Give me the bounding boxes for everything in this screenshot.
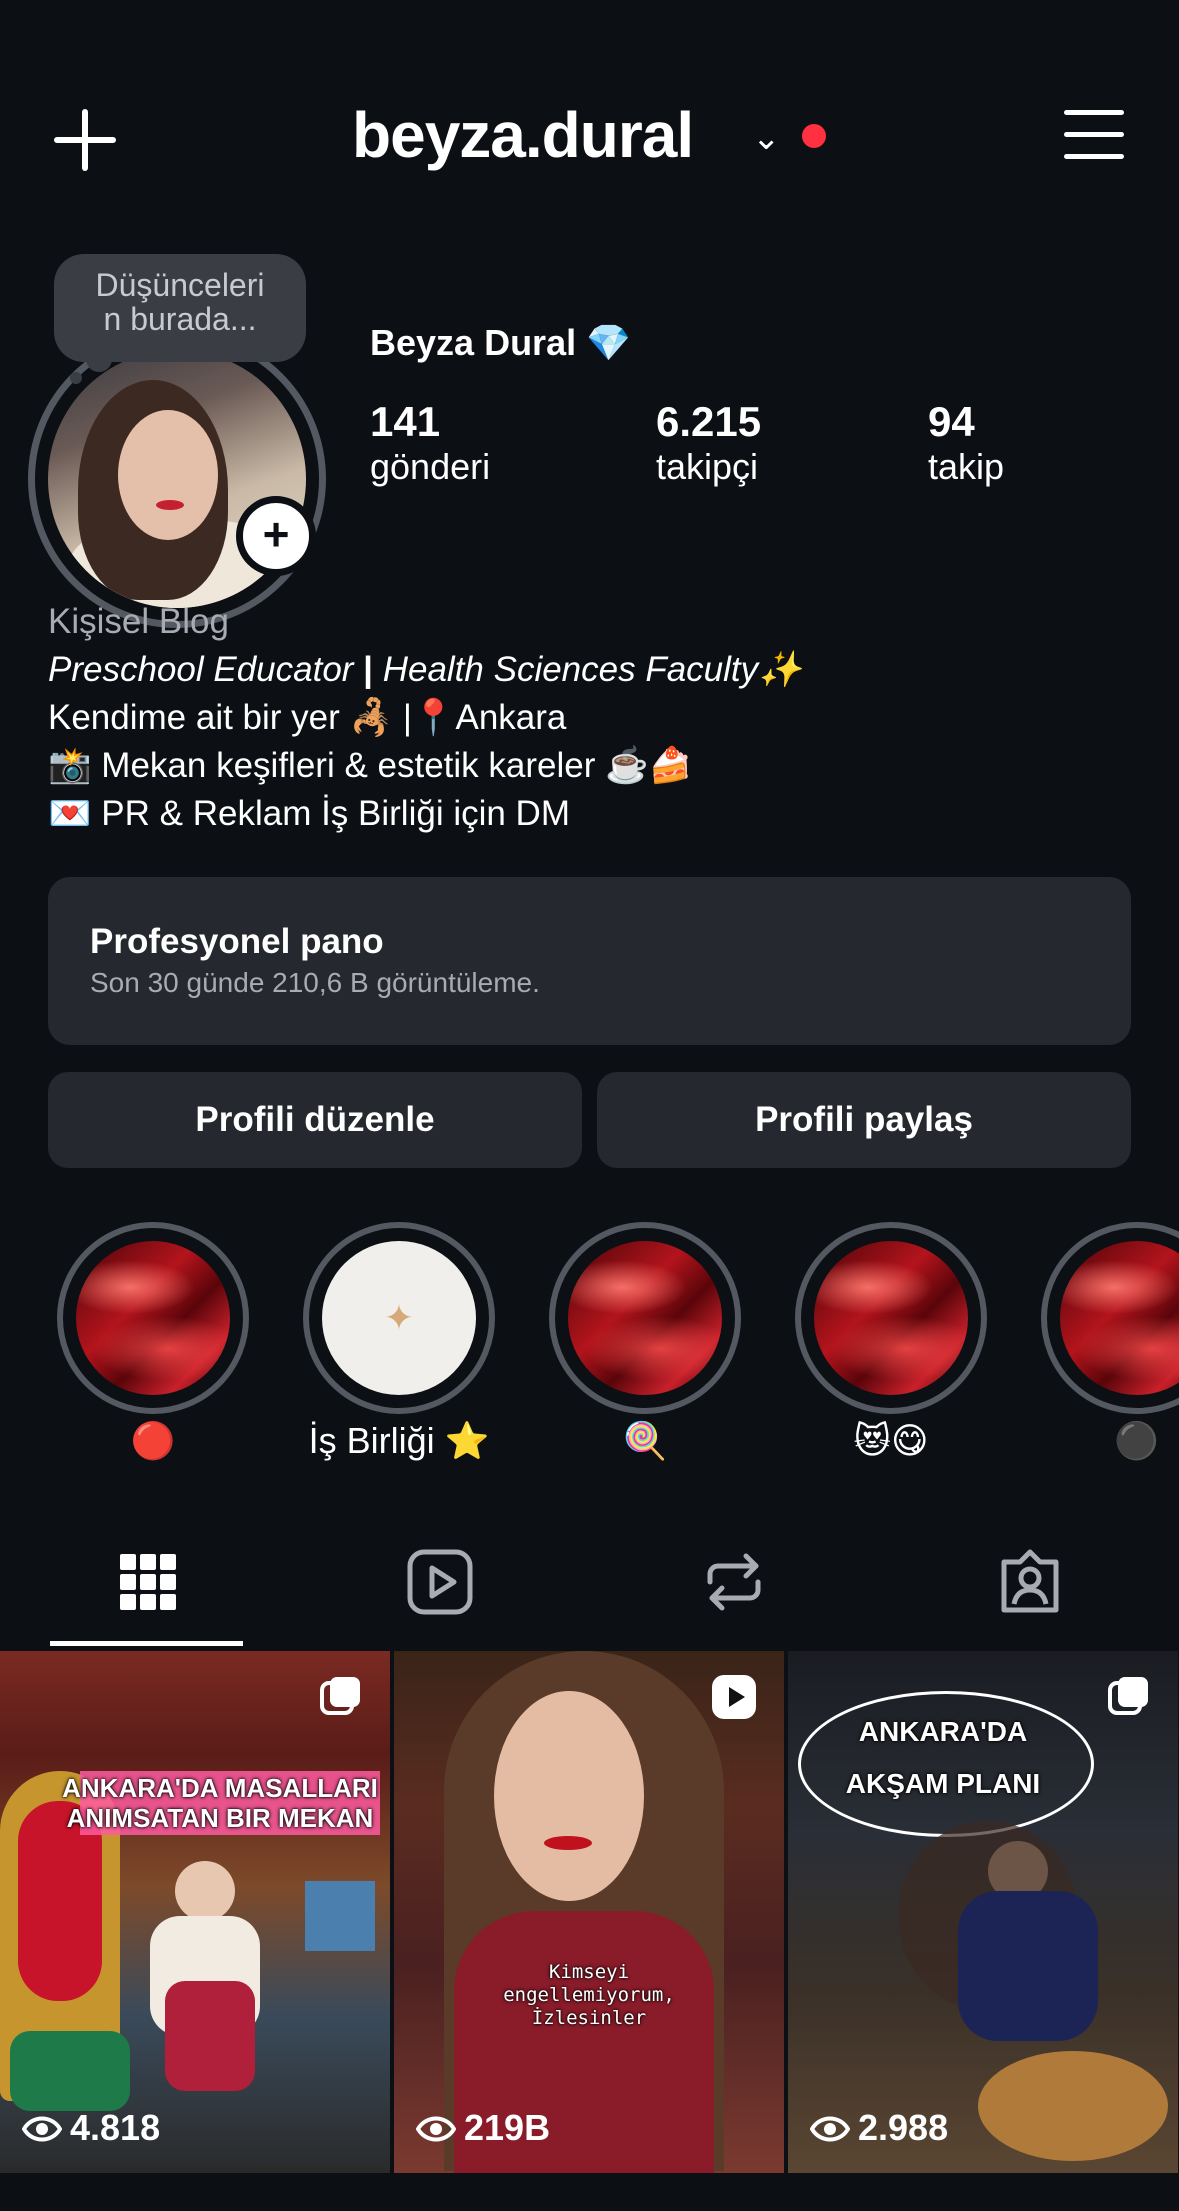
note-tail	[86, 346, 112, 372]
stat-followers[interactable]: 6.215 takipçi	[656, 398, 761, 488]
stat-value: 141	[370, 398, 441, 445]
highlight-4-label: 😻😋	[853, 1420, 929, 1461]
profile-category: Kişisel Blog	[48, 602, 229, 641]
notification-dot	[802, 124, 826, 148]
post-2[interactable]: Kimseyi engellemiyorum, İzlesinler 219B	[394, 1651, 784, 2173]
bio-separator: |	[353, 650, 383, 689]
eye-icon	[416, 2116, 456, 2142]
highlight-1-cover	[76, 1241, 230, 1395]
chevron-down-icon[interactable]: ⌄	[752, 118, 781, 158]
bio-line-2: Kendime ait bir yer 🦂 |📍Ankara	[48, 698, 567, 737]
post-caption: ANKARA'DA MASALLARI ANIMSATAN BIR MEKAN	[62, 1773, 378, 1833]
post-views: 4.818	[70, 2107, 161, 2148]
bio-line-3: 📸 Mekan keşifleri & estetik kareler ☕️🍰	[48, 746, 693, 785]
carousel-icon	[1108, 1677, 1148, 1715]
post-1[interactable]: ANKARA'DA MASALLARI ANIMSATAN BIR MEKAN …	[0, 1651, 390, 2173]
active-tab-indicator	[50, 1641, 243, 1646]
highlight-5[interactable]	[1040, 1222, 1179, 1414]
post-views: 219B	[464, 2107, 551, 2148]
eye-icon	[22, 2116, 62, 2142]
reposts-icon[interactable]	[700, 1548, 768, 1616]
bio-line-4: 💌 PR & Reklam İş Birliği için DM	[48, 794, 570, 833]
highlight-3-cover	[568, 1241, 722, 1395]
post-3[interactable]: ANKARA'DA AKŞAM PLANI 2.988	[788, 1651, 1178, 2173]
note-text: Düşünceleri n burada...	[95, 267, 265, 337]
grid-icon[interactable]	[114, 1548, 182, 1616]
profile-username[interactable]: beyza.dural	[352, 98, 694, 172]
bio-line-1: Preschool Educator | Health Sciences Fac…	[48, 646, 802, 694]
menu-icon[interactable]	[1064, 110, 1124, 160]
bio-faculty: Health Sciences Faculty✨	[382, 650, 802, 689]
highlight-1-label: 🔴	[130, 1420, 176, 1461]
edit-profile-button[interactable]: Profili düzenle	[48, 1072, 582, 1168]
share-profile-button[interactable]: Profili paylaş	[597, 1072, 1131, 1168]
stat-label: takipçi	[656, 446, 759, 487]
stat-label: takip	[928, 446, 1005, 487]
add-story-button[interactable]: +	[236, 496, 316, 576]
carousel-icon	[320, 1677, 360, 1715]
post-caption: Kimseyi engellemiyorum, İzlesinler	[503, 1961, 675, 2029]
highlight-4-cover	[814, 1241, 968, 1395]
stat-posts[interactable]: 141 gönderi	[370, 398, 490, 488]
bio-occupation: Preschool Educator	[48, 650, 354, 689]
note-bubble[interactable]: Düşünceleri n burada...	[54, 254, 306, 362]
highlight-5-label: ⚫️	[1114, 1420, 1159, 1461]
stat-label: gönderi	[370, 446, 491, 487]
reels-icon[interactable]	[406, 1548, 474, 1616]
reel-icon	[712, 1675, 756, 1719]
sparkle-icon: ✦	[322, 1241, 476, 1395]
create-plus-icon[interactable]	[50, 105, 120, 175]
highlight-3-label: 🍭	[622, 1420, 668, 1461]
note-tail-dot	[70, 372, 82, 384]
full-name: Beyza Dural 💎	[370, 322, 631, 363]
post-views: 2.988	[858, 2107, 949, 2148]
stat-following[interactable]: 94 takip	[928, 398, 1004, 488]
stat-value: 94	[928, 398, 975, 445]
eye-icon	[810, 2116, 850, 2142]
tagged-icon[interactable]	[996, 1548, 1064, 1616]
dashboard-title: Profesyonel pano	[90, 922, 384, 961]
post-caption: ANKARA'DA AKŞAM PLANI	[845, 1716, 1041, 1799]
highlight-2-label: İş Birliği ⭐️	[308, 1420, 490, 1461]
stat-value: 6.215	[656, 398, 762, 445]
dashboard-subtitle: Son 30 günde 210,6 B görüntüleme.	[90, 967, 540, 998]
bottom-edge	[0, 2173, 1179, 2211]
